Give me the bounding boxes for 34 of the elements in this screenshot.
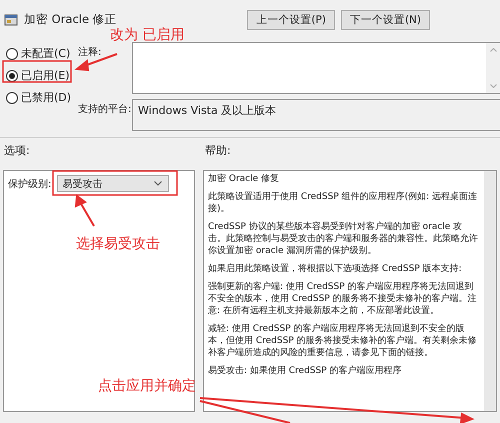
help-paragraph: 减轻: 使用 CredSSP 的客户端应用程序将无法回退到不安全的版本，但使用 CredSSP 的服务将接受未修补的客户端。有关剩余未修补客户端所造成的风险的重要信息，请参见下面的链接。 <box>208 323 478 359</box>
window-title: 加密 Oracle 修正 <box>24 12 117 27</box>
help-paragraph: 如果启用此策略设置，将根据以下选项选择 CredSSP 版本支持: <box>208 263 463 275</box>
radio-option[interactable]: 已启用(E) <box>6 68 78 83</box>
comment-field[interactable] <box>132 42 500 94</box>
nav-button[interactable]: 上一个设置(P) <box>247 10 335 30</box>
radio-circle[interactable] <box>6 48 18 60</box>
radio-option[interactable]: 已禁用(D) <box>6 90 78 105</box>
platform-label: 支持的平台: <box>78 102 132 116</box>
caret-icon <box>154 181 162 186</box>
radio-circle[interactable] <box>6 70 18 82</box>
help-paragraph: 易受攻击: 如果使用 CredSSP 的客户端应用程序 <box>208 365 403 377</box>
radio-circle[interactable] <box>6 92 18 104</box>
policy-icon <box>4 12 18 26</box>
help-label: 帮助: <box>205 143 231 158</box>
scroll-up-icon[interactable] <box>490 48 496 52</box>
annotation-text: 点击应用并确定 <box>98 377 196 395</box>
protection-level-label: 保护级别: <box>8 178 52 190</box>
scroll-down-icon[interactable] <box>490 84 496 88</box>
help-paragraph: 此策略设置适用于使用 CredSSP 组件的应用程序(例如: 远程桌面连接)。 <box>208 191 478 215</box>
comment-label: 注释: <box>78 46 102 59</box>
scrollbar[interactable] <box>484 171 496 411</box>
help-paragraph: CredSSP 协议的某些版本容易受到针对客户端的加密 oracle 攻击。此策略控制与易受攻击的客户端和服务器的兼容性。此策略允许你设置加密 oracle 漏洞所需的保护级别。 <box>208 221 479 257</box>
options-label: 选项: <box>4 143 31 158</box>
nav-button[interactable]: 下一个设置(N) <box>340 10 430 30</box>
highlight-frame <box>2 60 72 83</box>
help-paragraph: 加密 Oracle 修复 <box>208 173 280 185</box>
platform-field: Windows Vista 及以上版本 <box>132 99 500 131</box>
annotation-text: 改为 已启用 <box>110 26 184 44</box>
annotation-arrow <box>74 194 95 226</box>
protection-level-dropdown[interactable]: 易受攻击 <box>57 175 170 192</box>
radio-option[interactable]: 未配置(C) <box>6 46 78 61</box>
annotation-text: 选择易受攻击 <box>76 235 160 253</box>
help-paragraph: 强制更新的客户端: 使用 CredSSP 的客户端应用程序将无法回退到不安全的版本，使用 CredSSP 的服务将不接受未修补的客户端。注意: 在所有远程主机支持最新版本之前，不应部署此设置。 <box>208 281 478 317</box>
